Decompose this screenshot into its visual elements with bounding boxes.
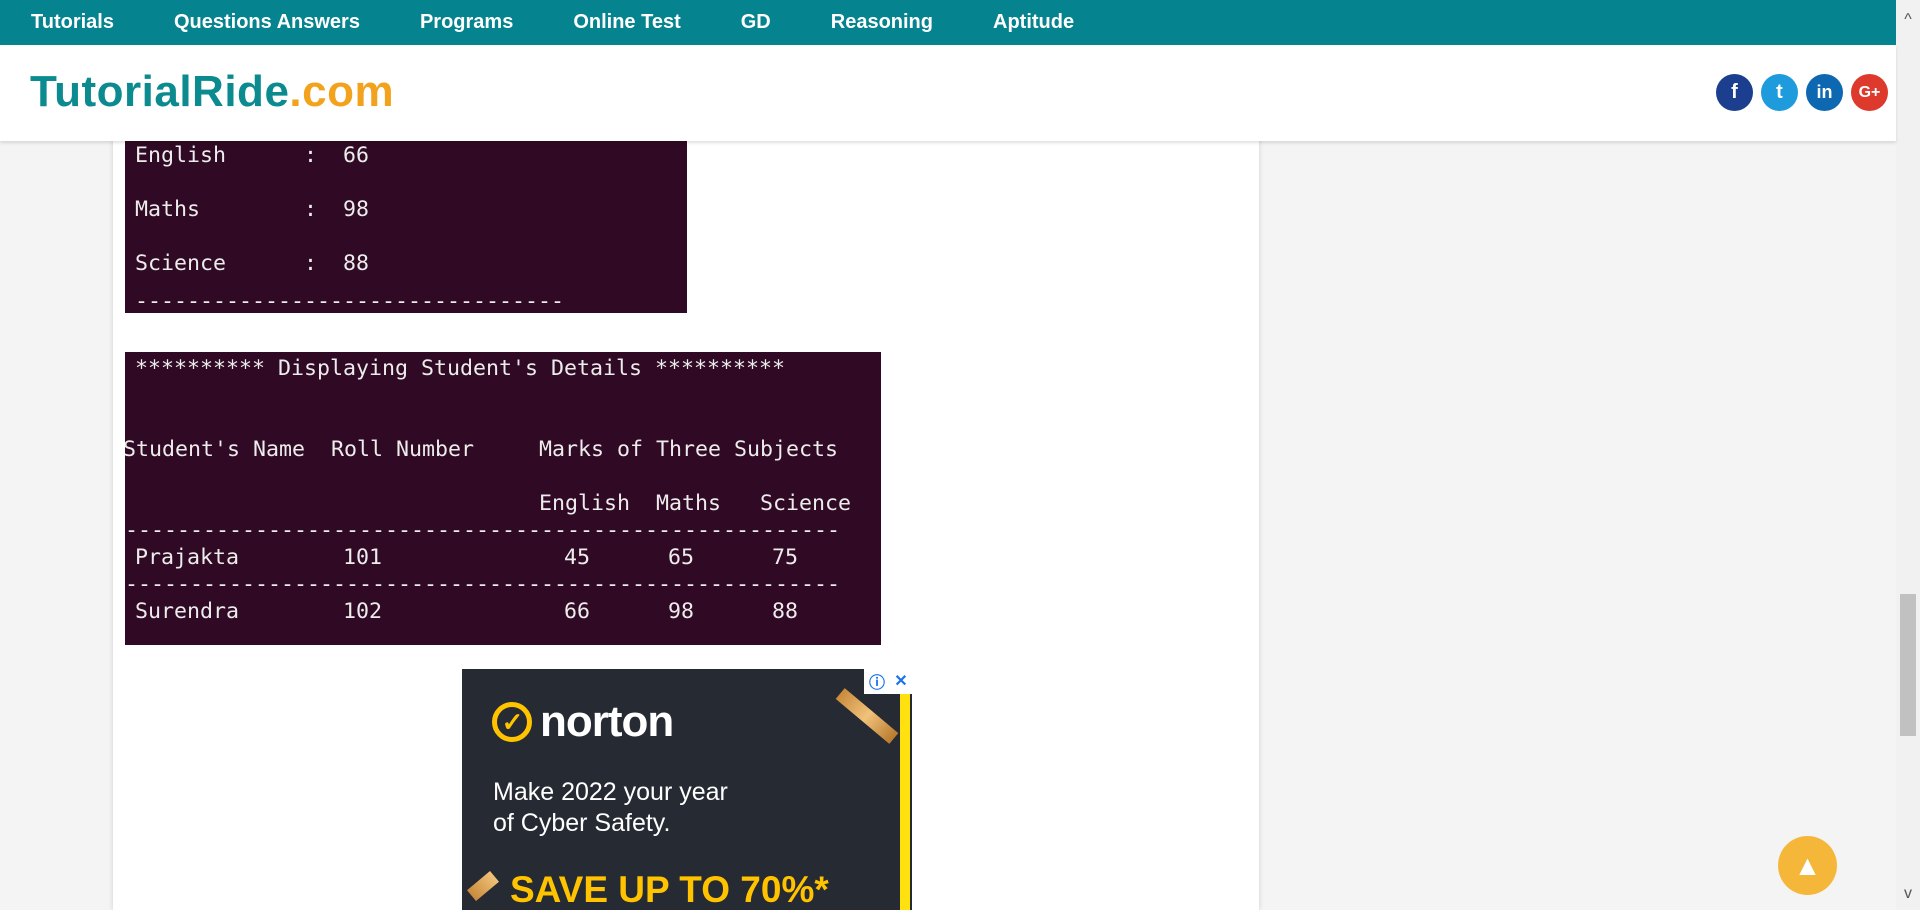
terminal-output-student-details: ********** Displaying Student's Details …	[125, 352, 881, 645]
table-row: Surendra 102 66 98 88	[135, 599, 799, 624]
ad-tagline: Make 2022 your year of Cyber Safety.	[493, 778, 728, 837]
linkedin-icon[interactable]: in	[1806, 74, 1843, 111]
top-navigation: Tutorials Questions Answers Programs Onl…	[0, 0, 1896, 45]
nav-tutorials[interactable]: Tutorials	[31, 11, 114, 34]
terminal-line-english: English : 66	[135, 143, 370, 168]
ribbon-decoration	[467, 870, 499, 902]
site-logo[interactable]: TutorialRide.com	[30, 67, 394, 117]
norton-brand-text: norton	[540, 697, 674, 746]
terminal-header-line: Student's Name Roll Number Marks of Thre…	[125, 437, 839, 462]
checkmark-icon: ✓	[492, 702, 532, 742]
back-to-top-button[interactable]: ▲	[1778, 836, 1837, 895]
scroll-up-arrow-icon[interactable]: ^	[1896, 8, 1920, 32]
ad-info-icon[interactable]: ⓘ	[866, 670, 888, 692]
terminal-title: ********** Displaying Student's Details …	[135, 356, 786, 381]
ad-accent-bar	[900, 669, 910, 910]
nav-online-test[interactable]: Online Test	[573, 11, 680, 34]
google-plus-icon[interactable]: G+	[1851, 74, 1888, 111]
norton-logo: ✓ norton	[492, 697, 674, 747]
nav-questions-answers[interactable]: Questions Answers	[174, 11, 360, 34]
ad-choices-badge: ⓘ ✕	[864, 669, 912, 694]
logo-main-text: TutorialRide	[30, 67, 290, 116]
terminal-line-maths: Maths : 98	[135, 197, 370, 222]
nav-programs[interactable]: Programs	[420, 11, 513, 34]
scrollbar-thumb[interactable]	[1900, 594, 1916, 736]
terminal-separator: ---------------------------------	[135, 289, 565, 313]
scroll-down-arrow-icon[interactable]: v	[1896, 882, 1920, 906]
ad-offer: SAVE UP TO 70%*	[510, 869, 829, 910]
terminal-output-marks: English : 66 Maths : 98 Science : 88 ---…	[125, 141, 687, 313]
social-links: f t in G+	[1716, 74, 1888, 111]
ribbon-decoration	[835, 688, 899, 744]
nav-gd[interactable]: GD	[741, 11, 771, 34]
facebook-icon[interactable]: f	[1716, 74, 1753, 111]
nav-reasoning[interactable]: Reasoning	[831, 11, 933, 34]
nav-aptitude[interactable]: Aptitude	[993, 11, 1074, 34]
twitter-icon[interactable]: t	[1761, 74, 1798, 111]
norton-advertisement[interactable]: ⓘ ✕ ✓ norton Make 2022 your year of Cybe…	[462, 669, 912, 910]
logo-suffix-text: .com	[289, 67, 395, 116]
page-scrollbar[interactable]: ^ v	[1896, 0, 1920, 910]
site-header: TutorialRide.com f t in G+	[0, 45, 1896, 141]
ad-close-icon[interactable]: ✕	[890, 670, 912, 692]
